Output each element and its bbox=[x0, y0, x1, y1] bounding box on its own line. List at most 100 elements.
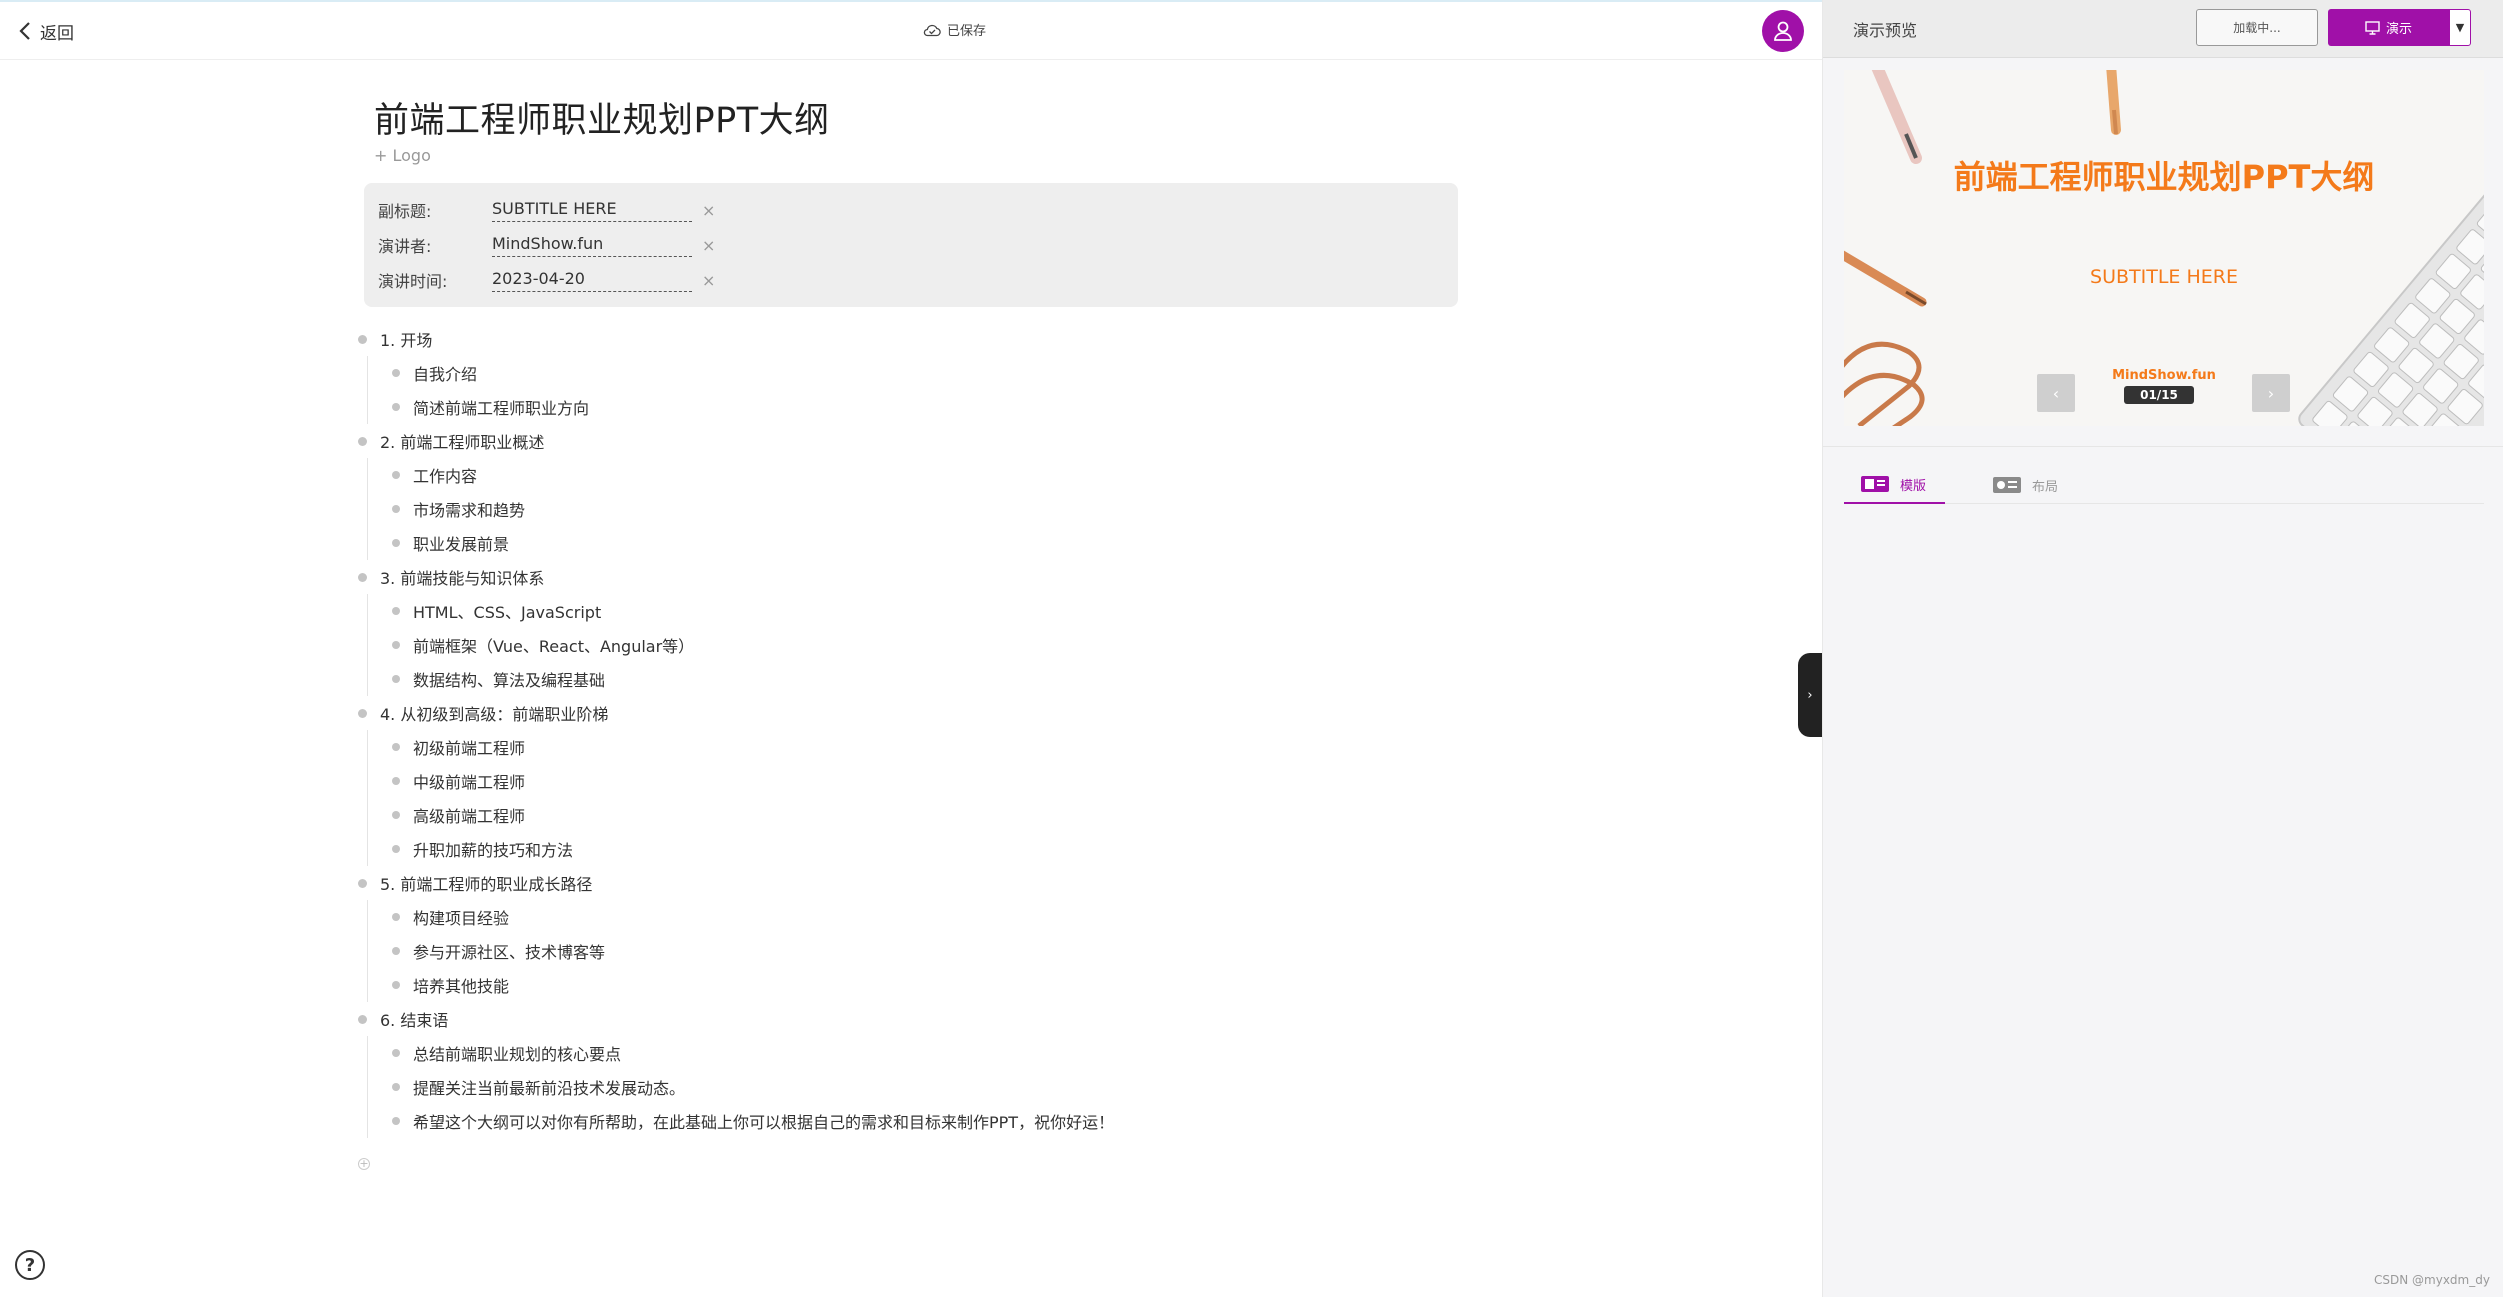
slide-next-button[interactable]: › bbox=[2252, 374, 2290, 412]
outline-item-text[interactable]: 高级前端工程师 bbox=[413, 803, 525, 827]
outline-item-text[interactable]: 参与开源社区、技术博客等 bbox=[413, 939, 605, 963]
outline-section[interactable]: 3. 前端技能与知识体系 bbox=[0, 560, 1400, 594]
outline-item[interactable]: 构建项目经验 bbox=[0, 900, 1400, 934]
add-outline-item-icon[interactable]: + bbox=[358, 1158, 370, 1170]
document-title[interactable]: 前端工程师职业规划PPT大纲 bbox=[374, 92, 830, 143]
chevron-left-icon bbox=[19, 22, 30, 40]
outline-item[interactable]: 高级前端工程师 bbox=[0, 798, 1400, 832]
chevron-right-icon: › bbox=[1807, 687, 1813, 703]
meta-clear-subtitle-icon[interactable]: × bbox=[702, 201, 715, 220]
outline-section-text[interactable]: 2. 前端工程师职业概述 bbox=[380, 429, 544, 453]
outline-item-text[interactable]: HTML、CSS、JavaScript bbox=[413, 599, 601, 623]
outline-item[interactable]: 前端框架（Vue、React、Angular等） bbox=[0, 628, 1400, 662]
outline-item-text[interactable]: 前端框架（Vue、React、Angular等） bbox=[413, 633, 694, 657]
outline-bullet[interactable] bbox=[392, 845, 400, 853]
outline-bullet[interactable] bbox=[392, 1049, 400, 1057]
slide-prev-button[interactable]: ‹ bbox=[2037, 374, 2075, 412]
outline-bullet[interactable] bbox=[392, 1117, 400, 1125]
outline-item-text[interactable]: 自我介绍 bbox=[413, 361, 477, 385]
outline-section-text[interactable]: 1. 开场 bbox=[380, 327, 432, 351]
outline-item-text[interactable]: 职业发展前景 bbox=[413, 531, 509, 555]
outline-item-text[interactable]: 提醒关注当前最新前沿技术发展动态。 bbox=[413, 1075, 685, 1099]
outline-section[interactable]: 1. 开场 bbox=[0, 322, 1400, 356]
outline-bullet[interactable] bbox=[358, 1014, 367, 1024]
outline-item[interactable]: 培养其他技能 bbox=[0, 968, 1400, 1002]
slide-preview[interactable]: 前端工程师职业规划PPT大纲 SUBTITLE HERE MindShow.fu… bbox=[1844, 70, 2484, 426]
outline-item-text[interactable]: 中级前端工程师 bbox=[413, 769, 525, 793]
outline-section[interactable]: 2. 前端工程师职业概述 bbox=[0, 424, 1400, 458]
outline-bullet[interactable] bbox=[392, 471, 400, 479]
outline-editor: 返回 已保存 前端工程师职业规划PPT大纲 + Logo 副标题: SUBTIT… bbox=[0, 0, 1822, 1297]
outline-bullet[interactable] bbox=[392, 641, 400, 649]
outline-section[interactable]: 5. 前端工程师的职业成长路径 bbox=[0, 866, 1400, 900]
outline-section[interactable]: 6. 结束语 bbox=[0, 1002, 1400, 1036]
outline-bullet[interactable] bbox=[358, 572, 367, 582]
outline-item[interactable]: 简述前端工程师职业方向 bbox=[0, 390, 1400, 424]
back-button[interactable]: 返回 bbox=[18, 18, 74, 44]
outline-bullet[interactable] bbox=[358, 878, 367, 888]
outline-section[interactable]: 4. 从初级到高级：前端职业阶梯 bbox=[0, 696, 1400, 730]
outline-item[interactable]: 提醒关注当前最新前沿技术发展动态。 bbox=[0, 1070, 1400, 1104]
meta-input-speaker[interactable]: MindShow.fun bbox=[492, 234, 692, 257]
outline-item-text[interactable]: 总结前端职业规划的核心要点 bbox=[413, 1041, 621, 1065]
outline-item-text[interactable]: 初级前端工程师 bbox=[413, 735, 525, 759]
outline-bullet[interactable] bbox=[392, 505, 400, 513]
outline-item-text[interactable]: 简述前端工程师职业方向 bbox=[413, 395, 589, 419]
meta-input-date[interactable]: 2023-04-20 bbox=[492, 269, 692, 292]
meta-clear-date-icon[interactable]: × bbox=[702, 271, 715, 290]
outline-bullet[interactable] bbox=[392, 777, 400, 785]
outline-item-text[interactable]: 构建项目经验 bbox=[413, 905, 509, 929]
outline-item-text[interactable]: 工作内容 bbox=[413, 463, 477, 487]
outline-item-text[interactable]: 市场需求和趋势 bbox=[413, 497, 525, 521]
outline-item[interactable]: 数据结构、算法及编程基础 bbox=[0, 662, 1400, 696]
outline-item-text[interactable]: 升职加薪的技巧和方法 bbox=[413, 837, 573, 861]
meta-row-speaker: 演讲者: MindShow.fun × bbox=[378, 230, 1448, 260]
outline-item[interactable]: 市场需求和趋势 bbox=[0, 492, 1400, 526]
collapse-panel-toggle[interactable]: › bbox=[1798, 653, 1822, 737]
save-status: 已保存 bbox=[923, 20, 986, 39]
outline-bullet[interactable] bbox=[392, 1083, 400, 1091]
add-logo-link[interactable]: + Logo bbox=[374, 146, 431, 165]
outline-item[interactable]: 职业发展前景 bbox=[0, 526, 1400, 560]
outline-item[interactable]: 总结前端职业规划的核心要点 bbox=[0, 1036, 1400, 1070]
outline-bullet[interactable] bbox=[358, 708, 367, 718]
outline-item-text[interactable]: 数据结构、算法及编程基础 bbox=[413, 667, 605, 691]
outline-bullet[interactable] bbox=[392, 369, 400, 377]
outline-bullet[interactable] bbox=[392, 675, 400, 683]
outline-bullet[interactable] bbox=[392, 743, 400, 751]
watermark: CSDN @myxdm_dy bbox=[2374, 1273, 2490, 1287]
present-dropdown-button[interactable]: ▼ bbox=[2449, 9, 2471, 46]
outline-bullet[interactable] bbox=[358, 436, 367, 446]
user-avatar-button[interactable] bbox=[1762, 10, 1804, 52]
tab-layout[interactable]: 布局 bbox=[1992, 466, 2092, 504]
outline-item[interactable]: 自我介绍 bbox=[0, 356, 1400, 390]
meta-input-subtitle[interactable]: SUBTITLE HERE bbox=[492, 199, 692, 222]
outline-bullet[interactable] bbox=[358, 334, 367, 344]
outline-item[interactable]: 中级前端工程师 bbox=[0, 764, 1400, 798]
outline-item[interactable]: 工作内容 bbox=[0, 458, 1400, 492]
outline-section-text[interactable]: 4. 从初级到高级：前端职业阶梯 bbox=[380, 701, 608, 725]
outline-item[interactable]: 希望这个大纲可以对你有所帮助，在此基础上你可以根据自己的需求和目标来制作PPT，… bbox=[0, 1104, 1400, 1138]
outline-bullet[interactable] bbox=[392, 981, 400, 989]
outline-item[interactable]: 升职加薪的技巧和方法 bbox=[0, 832, 1400, 866]
outline-bullet[interactable] bbox=[392, 403, 400, 411]
outline-bullet[interactable] bbox=[392, 539, 400, 547]
outline-bullet[interactable] bbox=[392, 607, 400, 615]
help-button[interactable]: ? bbox=[15, 1250, 45, 1280]
outline-bullet[interactable] bbox=[392, 811, 400, 819]
outline-bullet[interactable] bbox=[392, 913, 400, 921]
outline-section-text[interactable]: 5. 前端工程师的职业成长路径 bbox=[380, 871, 592, 895]
outline-item-text[interactable]: 培养其他技能 bbox=[413, 973, 509, 997]
outline-bullet[interactable] bbox=[392, 947, 400, 955]
loading-button[interactable]: 加载中... bbox=[2196, 9, 2318, 46]
outline-section-text[interactable]: 3. 前端技能与知识体系 bbox=[380, 565, 544, 589]
tab-template[interactable]: 模版 bbox=[1844, 466, 1945, 504]
meta-clear-speaker-icon[interactable]: × bbox=[702, 236, 715, 255]
preview-panel-title: 演示预览 bbox=[1853, 21, 1918, 40]
present-button[interactable]: 演示 bbox=[2328, 9, 2449, 46]
outline-section-text[interactable]: 6. 结束语 bbox=[380, 1007, 448, 1031]
outline-item[interactable]: 初级前端工程师 bbox=[0, 730, 1400, 764]
outline-item-text[interactable]: 希望这个大纲可以对你有所帮助，在此基础上你可以根据自己的需求和目标来制作PPT，… bbox=[413, 1109, 1114, 1133]
outline-item[interactable]: HTML、CSS、JavaScript bbox=[0, 594, 1400, 628]
outline-item[interactable]: 参与开源社区、技术博客等 bbox=[0, 934, 1400, 968]
